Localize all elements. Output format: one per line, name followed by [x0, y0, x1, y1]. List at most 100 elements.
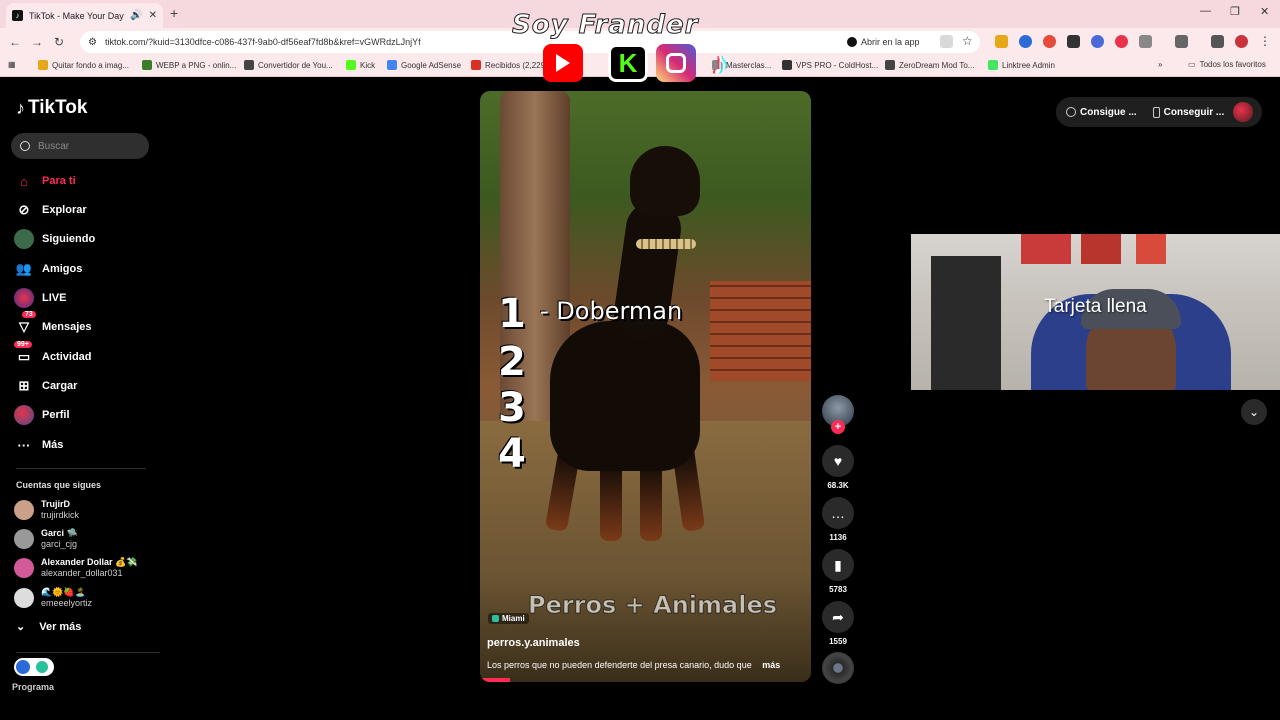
playlist-icon[interactable] [1211, 35, 1224, 48]
translate-icon[interactable] [940, 35, 953, 48]
nav-item-amigos[interactable]: 👥 Amigos [14, 258, 82, 280]
menu-kebab-icon[interactable]: ⋮ [1259, 35, 1272, 48]
nav-item-actividad[interactable]: ▭ 99+ Actividad [14, 341, 92, 368]
bookmark-favicon-icon [471, 60, 481, 70]
location-label: Miami [502, 614, 525, 623]
close-tab-icon[interactable]: ✕ [149, 10, 157, 21]
comment-action[interactable]: … 1136 [822, 497, 854, 542]
bookmark-item[interactable]: ZeroDream Mod To... [885, 60, 974, 70]
profile-icon [14, 405, 34, 425]
user-avatar[interactable] [1233, 102, 1253, 122]
bookmark-item[interactable]: Recibidos (2,229) [471, 60, 548, 70]
open-in-app-button[interactable]: Abrir en la app [847, 33, 920, 51]
nav-item-live[interactable]: LIVE [14, 287, 66, 309]
tiktok-logo-icon: ♪ [712, 44, 728, 81]
account-username: emeeelyortiz [41, 598, 93, 608]
bookmark-item[interactable]: Kick [346, 60, 375, 70]
extension-icon[interactable] [1019, 35, 1032, 48]
followed-account[interactable]: Alexander Dollar 💰💸 alexander_dollar031 [14, 557, 137, 579]
restore-icon[interactable]: ❐ [1230, 5, 1240, 18]
location-tag[interactable]: Miami [488, 613, 529, 624]
heart-icon[interactable]: ♥ [822, 445, 854, 477]
all-bookmarks-folder[interactable]: ▭ Todos los favoritos [1188, 60, 1266, 69]
follow-plus-icon[interactable]: + [831, 420, 845, 434]
nav-item-perfil[interactable]: Perfil [14, 404, 70, 426]
profile-avatar-icon[interactable] [1235, 35, 1248, 48]
browser-tab[interactable]: ♪ TikTok - Make Your Day 🔊 ✕ [6, 3, 163, 28]
tiktok-logo[interactable]: ♪ TikTok [16, 97, 87, 119]
bookmark-item[interactable]: Google AdSense [387, 60, 461, 70]
all-bookmarks-label: Todos los favoritos [1199, 60, 1266, 69]
bookmark-star-icon[interactable]: ☆ [962, 35, 975, 48]
rank-number: 1 [498, 291, 526, 337]
get-app-button[interactable]: Conseguir ... [1152, 106, 1225, 118]
site-info-icon[interactable]: ⚙ [88, 37, 97, 48]
see-more-button[interactable]: ⌄ Ver más [16, 620, 81, 634]
bookmark-label: Quitar fondo a imag... [52, 60, 129, 70]
extension-icon[interactable] [1115, 35, 1128, 48]
video-progress[interactable] [480, 678, 510, 682]
share-icon[interactable]: ➦ [822, 601, 854, 633]
tab-title: TikTok - Make Your Day [29, 10, 124, 21]
back-icon[interactable]: ← [4, 35, 26, 49]
close-window-icon[interactable]: ✕ [1260, 5, 1269, 18]
followed-account[interactable]: Garci 🛸 garci_cjg [14, 528, 78, 550]
video-player[interactable]: 1 - Doberman 2 3 4 Perros + Animales Mia… [480, 91, 811, 682]
pill-label: Conseguir ... [1163, 106, 1225, 118]
next-video-chevron-icon[interactable]: ⌄ [1241, 399, 1267, 425]
youtube-logo-icon [543, 44, 583, 82]
bookmark-item[interactable]: VPS PRO - ColdHost... [782, 60, 878, 70]
get-coins-button[interactable]: Consigue ... [1066, 107, 1137, 118]
nav-item-mas[interactable]: ··· Más [14, 434, 64, 456]
webcam-caption: Tarjeta llena [1044, 296, 1147, 317]
nav-item-cargar[interactable]: ⊞ Cargar [14, 375, 78, 397]
nav-item-explorar[interactable]: ⊘ Explorar [14, 199, 87, 221]
share-action[interactable]: ➦ 1559 [822, 601, 854, 646]
new-tab-button[interactable]: + [170, 5, 178, 21]
bookmark-icon[interactable]: ▮ [822, 549, 854, 581]
more-bookmarks-icon[interactable]: » [1158, 60, 1162, 69]
minimize-icon[interactable]: — [1200, 5, 1211, 17]
cast-icon[interactable] [1175, 35, 1188, 48]
like-count: 68.3K [827, 481, 849, 490]
bookmark-favicon-icon [387, 60, 397, 70]
extensions-puzzle-icon[interactable] [1139, 35, 1152, 48]
nav-item-mensajes[interactable]: ▽ 73 Mensajes [14, 311, 92, 338]
followed-account[interactable]: TrujirD trujirdkick [14, 499, 79, 521]
extension-icon[interactable] [1091, 35, 1104, 48]
caption-more-button[interactable]: más [762, 660, 780, 670]
extension-icon[interactable] [1067, 35, 1080, 48]
shelf [931, 256, 1001, 390]
like-action[interactable]: ♥ 68.3K [822, 445, 854, 490]
extension-icon[interactable] [995, 35, 1008, 48]
program-toggle[interactable] [14, 658, 54, 676]
nav-item-para-ti[interactable]: ⌂ Para ti [14, 170, 76, 192]
bookmark-item[interactable]: WEBP a PNG - onlin... [142, 60, 236, 70]
program-status-icon [36, 661, 48, 673]
bookmark-label: Linktree Admin [1002, 60, 1055, 70]
forward-icon[interactable]: → [26, 35, 48, 49]
bookmark-label: VPS PRO - ColdHost... [796, 60, 879, 70]
location-pin-icon [492, 615, 499, 622]
bookmark-item[interactable]: Quitar fondo a imag... [38, 60, 129, 70]
bookmark-item[interactable]: Linktree Admin [988, 60, 1055, 70]
followed-account[interactable]: 🌊🌞🍓🏝️ emeeelyortiz [14, 587, 92, 609]
search-input[interactable]: Buscar [11, 133, 149, 159]
chevron-down-icon: ⌄ [16, 621, 26, 633]
wall-poster [1136, 234, 1166, 264]
bookmark-item[interactable]: Convertidor de You... [244, 60, 333, 70]
comment-icon[interactable]: … [822, 497, 854, 529]
video-author[interactable]: perros.y.animales [487, 637, 580, 649]
folder-icon: ▭ [1188, 60, 1196, 69]
friends-icon: 👥 [15, 261, 33, 276]
video-caption: Los perros que no pueden defenderte del … [487, 660, 780, 670]
audio-icon[interactable]: 🔊 [130, 10, 142, 21]
save-action[interactable]: ▮ 5783 [822, 549, 854, 594]
extension-icon[interactable] [1043, 35, 1056, 48]
reload-icon[interactable]: ↻ [48, 35, 70, 49]
music-disc-icon[interactable] [822, 652, 854, 684]
home-icon: ⌂ [20, 173, 28, 189]
nav-item-siguiendo[interactable]: Siguiendo [14, 228, 95, 250]
tiktok-app-icon [847, 37, 857, 47]
apps-grid-icon[interactable]: ▦ [8, 60, 16, 69]
